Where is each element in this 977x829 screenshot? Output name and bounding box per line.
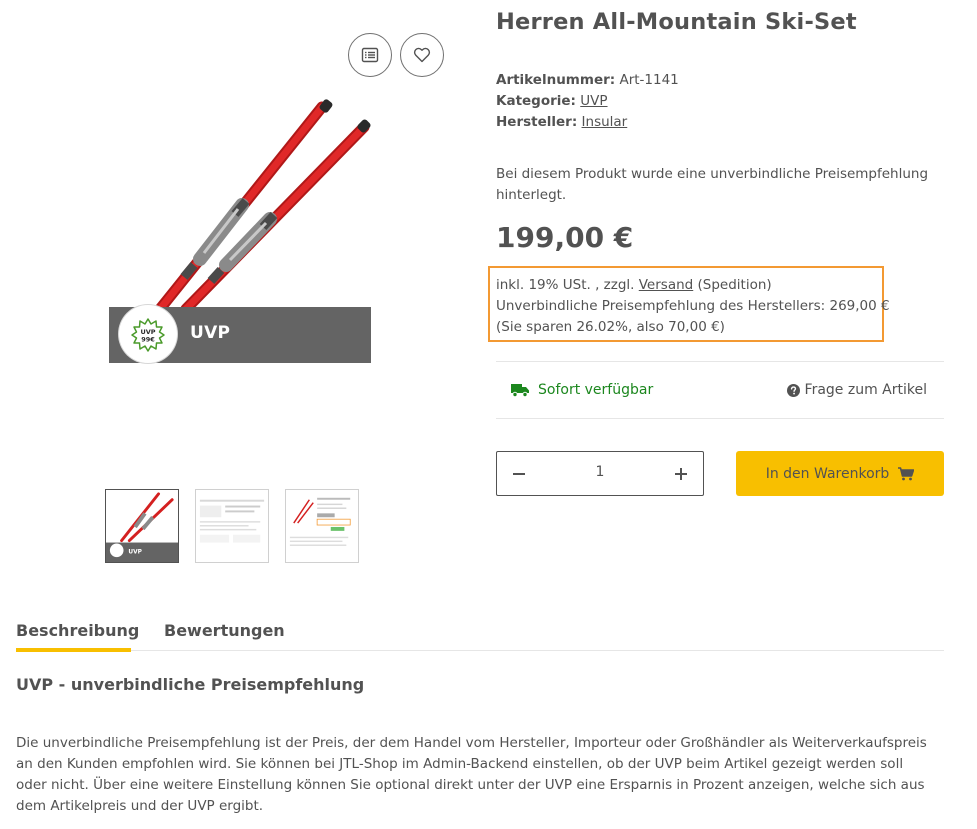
availability-text: Sofort verfügbar (538, 382, 654, 398)
category-link[interactable]: UVP (580, 93, 607, 109)
availability-row: Sofort verfügbar Frage zum Artikel (496, 361, 944, 419)
minus-icon (513, 473, 525, 475)
question-text: Frage zum Artikel (804, 382, 927, 398)
description-title: UVP - unverbindliche Preisempfehlung (16, 675, 365, 694)
product-meta: Artikelnummer: Art-1141 Kategorie: UVP H… (496, 70, 679, 133)
thumbnail-screenshot-image (199, 499, 265, 543)
quantity-stepper[interactable]: 1 (496, 451, 704, 496)
add-to-cart-button[interactable]: In den Warenkorb (736, 451, 944, 496)
savings-line: (Sie sparen 26.02%, also 70,00 €) (496, 319, 725, 335)
uvp-badge: UVP 99€ (119, 305, 177, 363)
add-to-cart-label: In den Warenkorb (765, 465, 890, 482)
heart-icon (413, 47, 431, 63)
quantity-value[interactable]: 1 (537, 464, 663, 480)
shipping-note: (Spedition) (693, 277, 772, 293)
tab-bewertungen[interactable]: Bewertungen (164, 621, 285, 640)
decrease-quantity-button[interactable] (507, 462, 531, 486)
product-tabs: Beschreibung Bewertungen (16, 618, 944, 652)
ski-illustration (154, 99, 371, 315)
question-circle-icon (786, 383, 800, 397)
thumbnail-2[interactable] (195, 489, 269, 563)
manufacturer-row: Hersteller: Insular (496, 112, 679, 133)
list-icon (361, 47, 379, 63)
wishlist-button[interactable] (400, 33, 444, 77)
description-text: Die unverbindliche Preisempfehlung ist d… (16, 735, 927, 814)
thumbnail-screenshot-image (289, 497, 351, 546)
product-gallery: UVP 99€ UVP UVP (0, 0, 470, 580)
truck-icon (511, 384, 529, 397)
compare-button[interactable] (348, 33, 392, 77)
tab-beschreibung[interactable]: Beschreibung (16, 621, 139, 652)
availability-status: Sofort verfügbar (511, 382, 653, 398)
product-price: 199,00 € (496, 221, 634, 254)
increase-quantity-button[interactable] (669, 462, 693, 486)
plus-icon (675, 468, 687, 480)
uvp-banner-label: UVP (190, 323, 231, 343)
thumbnail-strip: UVP (105, 489, 359, 563)
thumbnail-ski-image: UVP (106, 492, 178, 562)
tax-note: inkl. 19% USt. , zzgl. (496, 277, 639, 293)
category-label: Kategorie: (496, 93, 576, 109)
question-link[interactable]: Frage zum Artikel (786, 382, 927, 398)
price-details-box: inkl. 19% USt. , zzgl. Versand (Speditio… (488, 266, 890, 342)
sku-row: Artikelnummer: Art-1141 (496, 70, 679, 91)
manufacturer-label: Hersteller: (496, 114, 578, 130)
tax-shipping-line: inkl. 19% USt. , zzgl. Versand (Speditio… (496, 275, 876, 296)
shipping-link[interactable]: Versand (639, 277, 693, 293)
thumbnail-1[interactable]: UVP (105, 489, 179, 563)
uvp-starburst-icon: UVP 99€ (131, 318, 165, 352)
thumb-label: UVP (128, 550, 142, 556)
product-title: Herren All-Mountain Ski-Set (496, 9, 857, 35)
uvp-hint: Bei diesem Produkt wurde eine unverbindl… (496, 166, 929, 203)
thumbnail-3[interactable] (285, 489, 359, 563)
badge-line2: 99€ (141, 336, 155, 344)
cart-icon (898, 466, 915, 480)
category-row: Kategorie: UVP (496, 91, 679, 112)
sku-value: Art-1141 (619, 72, 679, 88)
sku-label: Artikelnummer: (496, 72, 616, 88)
rrp-line: Unverbindliche Preisempfehlung des Herst… (496, 298, 890, 314)
manufacturer-link[interactable]: Insular (582, 114, 628, 130)
